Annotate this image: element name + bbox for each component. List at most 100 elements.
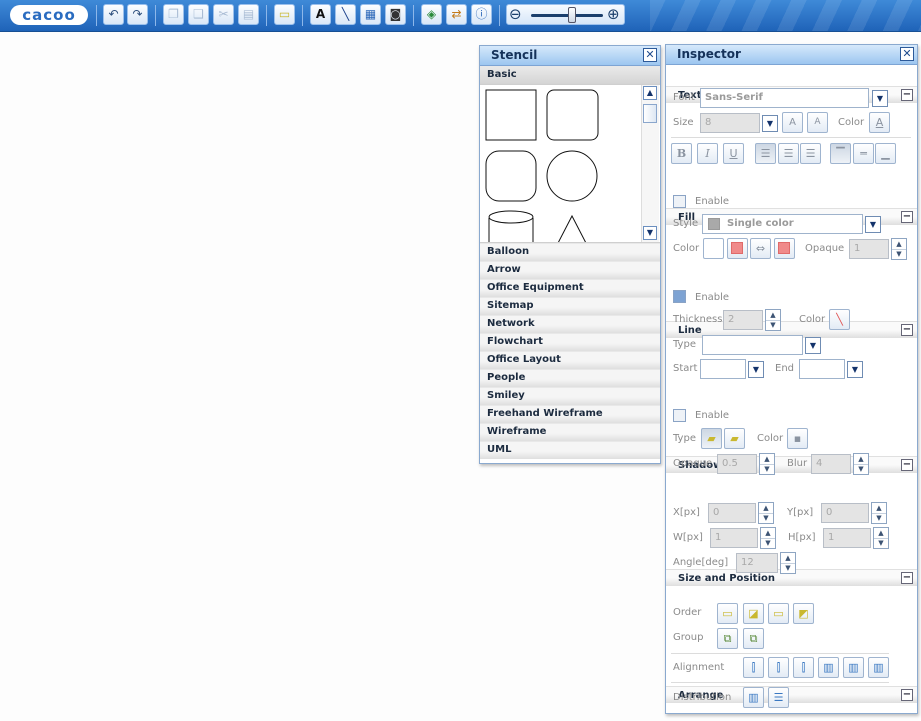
h-spinner[interactable]: ▲ ▼ — [873, 527, 889, 549]
send-to-back-button[interactable]: ◩ — [793, 603, 814, 624]
line-color-button[interactable]: ╲ — [829, 309, 850, 330]
size-dropdown-button[interactable]: ▼ — [762, 115, 778, 132]
distribute-vertical-button[interactable]: ☰ — [768, 687, 789, 708]
y-spinner[interactable]: ▲ ▼ — [871, 502, 887, 524]
undo-button[interactable]: ↶ — [103, 4, 124, 25]
line-enable-checkbox[interactable] — [673, 290, 686, 303]
camera-button[interactable]: ◙ — [385, 4, 406, 25]
w-spinner[interactable]: ▲ ▼ — [760, 527, 776, 549]
stencil-category-balloon[interactable]: Balloon — [480, 243, 660, 261]
sticky-note-button[interactable]: ▭ — [274, 4, 295, 25]
collapse-line-button[interactable]: − — [901, 324, 913, 336]
line-end-dropdown-button[interactable]: ▼ — [847, 361, 863, 378]
align-top-objects-button[interactable]: ▥ — [818, 657, 839, 678]
stencil-category-office-layout[interactable]: Office Layout — [480, 351, 660, 369]
shadow-type-1-button[interactable]: ▰ — [701, 428, 722, 449]
stencil-category-smiley[interactable]: Smiley — [480, 387, 660, 405]
italic-button[interactable]: I — [697, 143, 718, 164]
collapse-shadow-button[interactable]: − — [901, 459, 913, 471]
align-right-button[interactable]: ☰ — [800, 143, 821, 164]
stencil-category-uml[interactable]: UML — [480, 441, 660, 459]
scroll-up-button[interactable]: ▲ — [643, 86, 657, 100]
stencil-category-people[interactable]: People — [480, 369, 660, 387]
bold-button[interactable]: B — [671, 143, 692, 164]
collapse-text-button[interactable]: − — [901, 89, 913, 101]
bring-to-front-button[interactable]: ▭ — [717, 603, 738, 624]
align-right-objects-button[interactable]: ⫿ — [793, 657, 814, 678]
stencil-category-freehand-wireframe[interactable]: Freehand Wireframe — [480, 405, 660, 423]
font-select[interactable]: Sans-Serif — [700, 88, 869, 108]
redo-button[interactable]: ↷ — [127, 4, 148, 25]
valign-top-button[interactable]: ▔ — [830, 143, 851, 164]
underline-button[interactable]: U — [723, 143, 744, 164]
stencil-category-flowchart[interactable]: Flowchart — [480, 333, 660, 351]
fill-opaque-spinner[interactable]: ▲ ▼ — [891, 238, 907, 260]
scroll-down-button[interactable]: ▼ — [643, 226, 657, 240]
align-left-objects-button[interactable]: ⫿ — [743, 657, 764, 678]
stencil-category-basic[interactable]: Basic — [480, 66, 660, 84]
collapse-size-position-button[interactable]: − — [901, 572, 913, 584]
stencil-category-wireframe[interactable]: Wireframe — [480, 423, 660, 441]
stencil-title-bar[interactable]: Stencil ✕ — [480, 46, 660, 66]
align-center-button[interactable]: ☰ — [778, 143, 799, 164]
distribute-horizontal-button[interactable]: ▥ — [743, 687, 764, 708]
ungroup-button[interactable]: ⧉ — [743, 628, 764, 649]
fill-gradient-end-button[interactable] — [774, 238, 795, 259]
shape-rectangle[interactable] — [485, 89, 537, 141]
collapse-fill-button[interactable]: − — [901, 211, 913, 223]
fill-color-button[interactable] — [703, 238, 724, 259]
align-middle-objects-button[interactable]: ▥ — [843, 657, 864, 678]
x-spinner[interactable]: ▲ ▼ — [758, 502, 774, 524]
w-input[interactable]: 1 — [710, 528, 758, 548]
align-bottom-objects-button[interactable]: ▥ — [868, 657, 889, 678]
valign-bottom-button[interactable]: ▁ — [875, 143, 896, 164]
shape-triangle[interactable] — [557, 214, 587, 242]
text-color-button[interactable]: A — [869, 112, 890, 133]
line-start-dropdown-button[interactable]: ▼ — [748, 361, 764, 378]
group-button[interactable]: ⧉ — [717, 628, 738, 649]
stencil-category-office-equipment[interactable]: Office Equipment — [480, 279, 660, 297]
y-input[interactable]: 0 — [821, 503, 869, 523]
shape-circle[interactable] — [546, 150, 598, 202]
stencil-category-sitemap[interactable]: Sitemap — [480, 297, 660, 315]
inspector-close-button[interactable]: ✕ — [900, 47, 914, 61]
clipboard-button[interactable]: ▤ — [238, 4, 259, 25]
x-input[interactable]: 0 — [708, 503, 756, 523]
line-start-select[interactable] — [700, 359, 746, 379]
align-center-objects-button[interactable]: ⫿ — [768, 657, 789, 678]
zoom-in-icon[interactable]: ⊕ — [607, 6, 620, 23]
shape-rounded-rectangle[interactable] — [546, 89, 599, 141]
shadow-color-button[interactable]: ▪ — [787, 428, 808, 449]
stencil-category-arrow[interactable]: Arrow — [480, 261, 660, 279]
stencil-category-network[interactable]: Network — [480, 315, 660, 333]
line-type-select[interactable] — [702, 335, 803, 355]
cacoo-logo[interactable]: cacoo — [10, 5, 88, 25]
thickness-input[interactable]: 2 — [723, 310, 763, 330]
zoom-out-icon[interactable]: ⊖ — [509, 6, 522, 23]
h-input[interactable]: 1 — [823, 528, 871, 548]
shadow-type-2-button[interactable]: ▰ — [724, 428, 745, 449]
copy-button[interactable]: ❐ — [163, 4, 184, 25]
bring-forward-button[interactable]: ◪ — [743, 603, 764, 624]
align-left-button[interactable]: ☰ — [755, 143, 776, 164]
valign-middle-button[interactable]: ═ — [853, 143, 874, 164]
image-button[interactable]: ▦ — [360, 4, 381, 25]
shadow-blur-spinner[interactable]: ▲ ▼ — [853, 453, 869, 475]
font-dropdown-button[interactable]: ▼ — [872, 90, 888, 107]
fill-opaque-input[interactable]: 1 — [849, 239, 889, 259]
shadow-blur-input[interactable]: 4 — [811, 454, 851, 474]
size-select[interactable]: 8 — [700, 113, 760, 133]
zoom-slider-track[interactable] — [531, 14, 603, 17]
stencil-close-button[interactable]: ✕ — [643, 48, 657, 62]
swap-colors-button[interactable]: ⇔ — [750, 238, 771, 259]
inspector-title-bar[interactable]: Inspector ✕ — [666, 45, 917, 65]
cut-button[interactable]: ✂ — [213, 4, 234, 25]
line-tool-button[interactable]: ╲ — [335, 4, 356, 25]
shadow-enable-checkbox[interactable] — [673, 409, 686, 422]
shrink-font-button[interactable]: A — [807, 112, 828, 133]
collapse-arrange-button[interactable]: − — [901, 689, 913, 701]
text-tool-button[interactable]: A — [310, 4, 331, 25]
shadow-opaque-input[interactable]: 0.5 — [717, 454, 757, 474]
thickness-spinner[interactable]: ▲ ▼ — [765, 309, 781, 331]
zoom-slider-handle[interactable] — [568, 7, 576, 23]
